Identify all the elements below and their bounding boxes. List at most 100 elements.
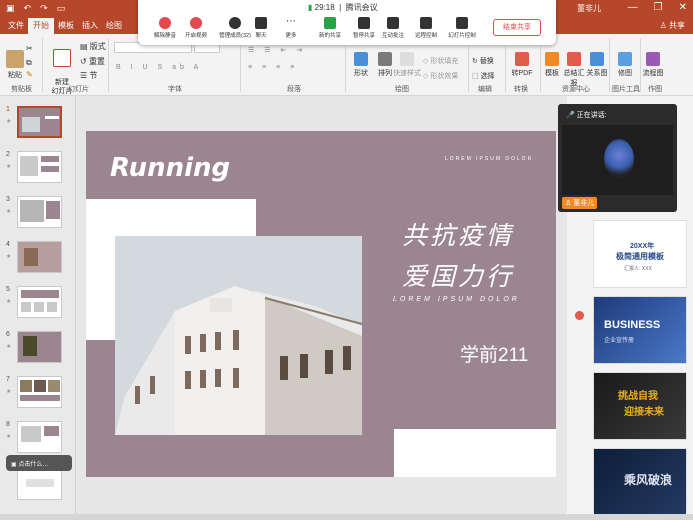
relation-button[interactable]: 关系图 — [586, 52, 608, 78]
shape-fill-label: 形状填充 — [430, 58, 459, 65]
animation-star-icon: ★ — [6, 209, 12, 215]
window-controls: — ❐ ✕ — [628, 2, 687, 13]
replace-button[interactable]: ↻ 替换 — [472, 56, 494, 66]
meeting-time: 29:18 — [314, 3, 335, 12]
tab-file[interactable]: 文件 — [8, 20, 24, 31]
restore-button[interactable]: ❐ — [654, 2, 663, 13]
format-painter-icon[interactable]: ✎ — [26, 70, 33, 79]
shapes-button[interactable]: 形状 — [350, 52, 372, 78]
slide-heading-line1[interactable]: 共抗疫情 — [402, 216, 514, 252]
copy-icon[interactable]: ⧉ — [26, 58, 32, 68]
close-button[interactable]: ✕ — [679, 2, 687, 13]
tab-template[interactable]: 模板 — [58, 20, 74, 31]
slide-thumbnail-8[interactable] — [17, 421, 62, 453]
status-bar — [0, 514, 693, 520]
flowchart-button[interactable]: 流程图 — [642, 52, 664, 78]
slide-thumbnail-9[interactable] — [17, 468, 62, 500]
minimize-button[interactable]: — — [628, 2, 638, 13]
section-button[interactable]: ☰ 节 — [80, 70, 97, 81]
signal-icon: ▮ — [308, 3, 313, 12]
template-card-2[interactable]: BUSINESS 企业宣传册 — [593, 296, 687, 364]
slide-subtitle-mid[interactable]: LOREM IPSUM DOLOR — [393, 296, 520, 303]
quick-styles-button[interactable]: 快速样式 — [392, 52, 422, 78]
font-format-icons[interactable]: B I U S ab A — [116, 64, 202, 71]
chat-label: 聊天 — [255, 33, 267, 39]
remote-control-button[interactable]: 远程控制 — [406, 17, 446, 39]
reset-button[interactable]: ↺ 重置 — [80, 56, 105, 67]
slide-thumbnail-7[interactable] — [17, 376, 62, 408]
template-card-3[interactable]: 挑战自我 迎接未来 — [593, 372, 687, 440]
slide-heading-line2[interactable]: 爱国力行 — [402, 257, 514, 293]
shapes-label: 形状 — [354, 70, 368, 77]
slide-class-name[interactable]: 学前211 — [460, 340, 528, 367]
red-pin-icon[interactable] — [575, 311, 584, 320]
undo-icon[interactable]: ↶ — [24, 3, 32, 14]
unmute-label: 解除静音 — [153, 33, 176, 39]
shape-effects-button[interactable]: ◇ 形状效果 — [423, 71, 458, 81]
image-tools-group-label: 图片工具 — [612, 86, 640, 93]
select-label: 选择 — [480, 73, 495, 80]
divider — [468, 38, 469, 92]
relation-label: 关系图 — [586, 70, 608, 77]
redo-icon[interactable]: ↷ — [40, 3, 48, 14]
tab-home[interactable]: 开始 — [28, 18, 54, 34]
template-card-1[interactable]: 20XX年 极简通用模板 汇报人: XXX — [593, 220, 687, 288]
building-photo[interactable] — [115, 236, 362, 435]
edit-image-button[interactable]: 修图 — [614, 52, 636, 78]
paste-button[interactable]: 粘贴 — [4, 50, 26, 80]
flowchart-icon — [646, 52, 660, 66]
slide-subtitle-top[interactable]: LOREM IPSUM DOLOR — [445, 156, 533, 162]
shape-fill-button[interactable]: ◇ 形状填充 — [423, 56, 458, 66]
slide-thumbnail-6[interactable] — [17, 331, 62, 363]
user-name[interactable]: 董非儿 — [577, 3, 601, 14]
divider — [42, 38, 43, 92]
animation-star-icon: ★ — [6, 389, 12, 395]
speaker-video — [562, 125, 673, 195]
animation-star-icon: ★ — [6, 344, 12, 350]
list-icons[interactable]: ☰ ☰ ⇤ ⇥ — [248, 46, 306, 54]
divider — [345, 38, 346, 92]
cut-icon[interactable]: ✂ — [26, 44, 33, 53]
animation-star-icon: ★ — [6, 119, 12, 125]
slide-thumbnail-2[interactable] — [17, 151, 62, 183]
template-note: 汇报人: XXX — [624, 266, 652, 272]
slide-title-en[interactable]: Running — [110, 153, 230, 183]
tab-insert[interactable]: 插入 — [82, 20, 98, 31]
slide-thumbnail-4[interactable] — [17, 241, 62, 273]
template-title: 乘风破浪 — [624, 473, 673, 487]
slide-thumbnail-5[interactable] — [17, 286, 62, 318]
start-slideshow-icon[interactable]: ▭ — [57, 3, 66, 14]
resources-group-label: 资源中心 — [562, 86, 590, 93]
template-card-4[interactable]: 乘风破浪 — [593, 448, 687, 516]
new-share-icon — [324, 17, 336, 29]
end-share-button[interactable]: 结束共享 — [493, 19, 541, 36]
save-icon[interactable]: ▣ — [6, 3, 15, 14]
hint-toast[interactable]: ▣ 点击什么… — [6, 455, 72, 471]
divider — [640, 38, 641, 92]
shapes-icon — [354, 52, 368, 66]
slide-icon — [53, 49, 71, 67]
summary-button[interactable]: 总结汇报 — [562, 52, 586, 88]
align-icons[interactable]: ≡ ≡ ≡ ≡ — [248, 64, 298, 71]
select-button[interactable]: ⬚ 选择 — [472, 71, 495, 81]
pdf-icon — [515, 52, 529, 66]
template-button[interactable]: 模板 — [542, 52, 562, 78]
edit-image-label: 修图 — [618, 70, 632, 77]
members-icon — [229, 17, 241, 29]
slide-thumbnail-3[interactable] — [17, 196, 62, 228]
slide-thumbnail-1[interactable] — [17, 106, 62, 138]
current-slide[interactable]: Running LOREM IPSUM DOLOR 共抗疫情 爱国力行 LORE… — [86, 131, 556, 477]
thumb-number: 4 — [6, 241, 10, 248]
slide-control-button[interactable]: 幻灯片控制 — [442, 17, 482, 39]
to-pdf-button[interactable]: 转PDF — [508, 52, 536, 78]
layout-button[interactable]: ▤ 版式 — [80, 41, 106, 52]
start-video-button[interactable]: 开启视频 — [176, 17, 216, 39]
quick-styles-label: 快速样式 — [393, 70, 421, 77]
animation-star-icon: ★ — [6, 164, 12, 170]
more-button[interactable]: ⋯ 更多 — [271, 17, 311, 40]
tab-draw[interactable]: 绘图 — [106, 20, 122, 31]
share-button[interactable]: ♙ 共享 — [660, 20, 685, 31]
mic-muted-icon — [159, 17, 171, 29]
remote-control-label: 远程控制 — [414, 33, 437, 39]
active-speaker-window[interactable]: 🎤 正在讲话: ♙ 董非儿 — [558, 104, 677, 212]
